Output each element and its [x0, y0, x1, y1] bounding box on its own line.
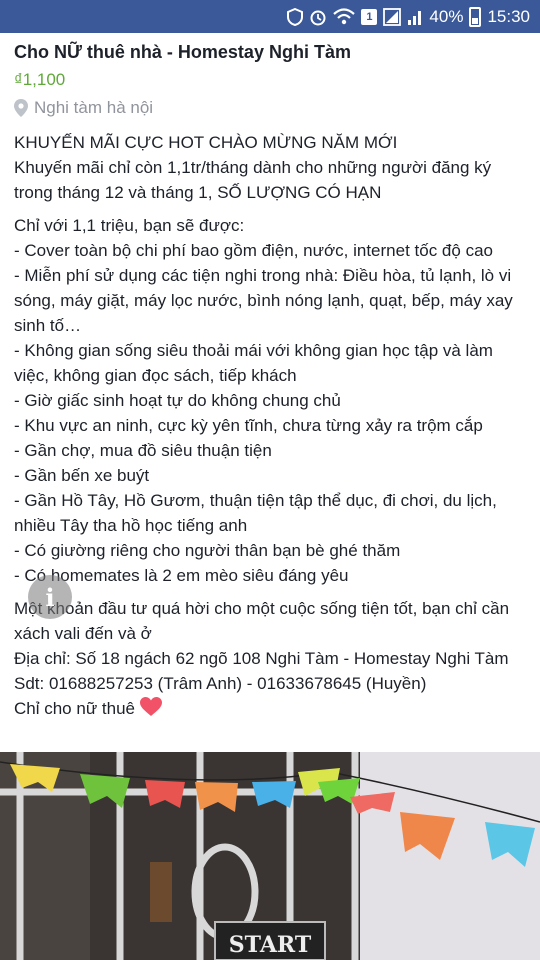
start-sign-text: START [229, 932, 312, 958]
listing-description: KHUYẾN MÃI CỰC HOT CHÀO MỪNG NĂM MỚI Khu… [14, 130, 530, 721]
benefit-item: - Gần chợ, mua đồ siêu thuận tiện [14, 441, 272, 460]
benefit-item: - Cover toàn bộ chi phí bao gồm điện, nư… [14, 241, 493, 260]
location-text: Nghi tàm hà nội [34, 98, 154, 117]
address-line: Địa chỉ: Số 18 ngách 62 ngõ 108 Nghi Tàm… [14, 649, 509, 668]
benefit-item: - Gần Hồ Tây, Hồ Gươm, thuận tiện tập th… [14, 491, 497, 535]
paragraph-benefits: Chỉ với 1,1 triệu, bạn sẽ được: - Cover … [14, 213, 530, 588]
listing-price: ₫1,100 [14, 70, 66, 89]
benefit-item: - Giờ giấc sinh hoạt tự do không chung c… [14, 391, 341, 410]
benefit-item: - Gần bến xe buýt [14, 466, 150, 485]
shield-icon [287, 7, 304, 26]
benefit-item: - Khu vực an ninh, cực kỳ yên tĩnh, chưa… [14, 416, 483, 435]
female-only-line: Chỉ cho nữ thuê [14, 696, 530, 721]
status-bar: 1 40% 15:30 [0, 0, 540, 33]
benefit-item: - Miễn phí sử dụng các tiện nghi trong n… [14, 266, 513, 335]
listing-photo[interactable]: START [0, 752, 540, 960]
location-pin-icon [14, 99, 28, 117]
battery-percent: 40% [429, 6, 464, 26]
promo-detail: Khuyến mãi chỉ còn 1,1tr/tháng dành cho … [14, 158, 492, 202]
promo-heading: KHUYẾN MÃI CỰC HOT CHÀO MỪNG NĂM MỚI [14, 133, 398, 152]
paragraph-contact: Một khoản đầu tư quá hời cho một cuộc số… [14, 596, 530, 721]
signal-icon [407, 8, 423, 26]
info-icon: i [45, 582, 55, 612]
benefit-item: - Không gian sống siêu thoải mái với khô… [14, 341, 493, 385]
female-only-text: Chỉ cho nữ thuê [14, 699, 136, 718]
listing-location[interactable]: Nghi tàm hà nội [14, 96, 530, 120]
listing-post: Cho NỮ thuê nhà - Homestay Nghi Tàm ₫1,1… [14, 40, 530, 729]
wooden-box [150, 862, 172, 922]
image-icon [383, 7, 402, 26]
benefits-intro: Chỉ với 1,1 triệu, bạn sẽ được: [14, 216, 245, 235]
closing-line: Một khoản đầu tư quá hời cho một cuộc số… [14, 599, 510, 643]
info-button[interactable]: i [28, 575, 72, 619]
photo-scene: START [0, 752, 540, 960]
phone-line[interactable]: Sdt: 01688257253 (Trâm Anh) - 0163367864… [14, 671, 530, 696]
listing-title[interactable]: Cho NỮ thuê nhà - Homestay Nghi Tàm [14, 40, 530, 64]
sim-icon: 1 [361, 8, 378, 25]
alarm-icon [309, 8, 327, 26]
benefit-item: - Có giường riêng cho người thân bạn bè … [14, 541, 401, 560]
clock: 15:30 [487, 6, 530, 26]
wifi-icon [333, 7, 356, 26]
heart-icon [139, 697, 162, 717]
benefit-item: - Có homemates là 2 em mèo siêu đáng yêu [14, 566, 349, 585]
battery-icon [469, 6, 482, 27]
paragraph-promo: KHUYẾN MÃI CỰC HOT CHÀO MỪNG NĂM MỚI Khu… [14, 130, 530, 205]
